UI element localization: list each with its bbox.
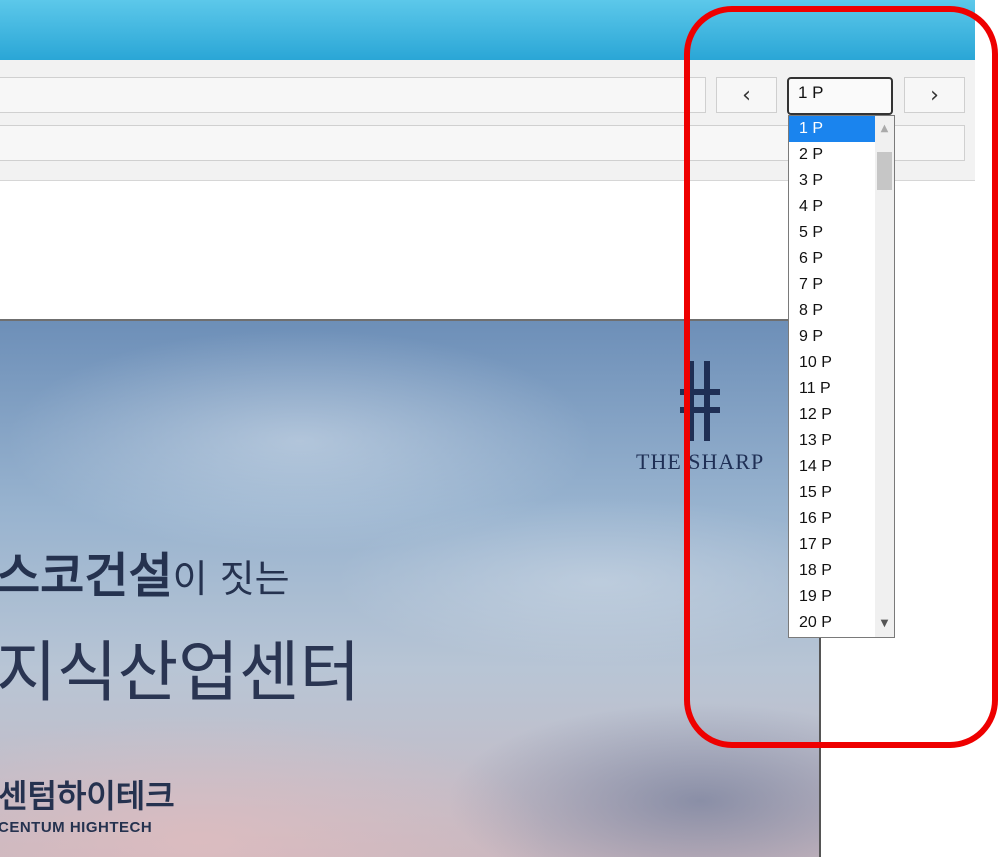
- chevron-right-icon: ›: [930, 82, 939, 108]
- scrollbar-thumb[interactable]: [877, 152, 892, 190]
- headline-bold: 스코건설: [0, 548, 173, 604]
- scroll-down-icon[interactable]: ▼: [875, 613, 894, 633]
- brand-name-korean: 센텀하이테크: [0, 777, 175, 815]
- document-page-image: THE SHARP 스코건설이 짓는 지식산업센터 센텀하이테크 CENTUM …: [0, 319, 821, 857]
- page-select-value: 1 P: [798, 83, 824, 102]
- page-option[interactable]: 10 P: [789, 350, 875, 376]
- page-option[interactable]: 7 P: [789, 272, 875, 298]
- scroll-up-icon[interactable]: ▲: [875, 118, 894, 138]
- headline-light: 이 짓는: [172, 557, 290, 601]
- page-option[interactable]: 9 P: [789, 324, 875, 350]
- page-option[interactable]: 11 P: [789, 376, 875, 402]
- page-option[interactable]: 19 P: [789, 584, 875, 610]
- page-option[interactable]: 1 P: [789, 116, 875, 142]
- page-select[interactable]: 1 P: [787, 77, 893, 115]
- page-option[interactable]: 4 P: [789, 194, 875, 220]
- brand-name-english: CENTUM HIGHTECH: [0, 819, 153, 836]
- page-option[interactable]: 18 P: [789, 558, 875, 584]
- page-option[interactable]: 17 P: [789, 532, 875, 558]
- page-dropdown-list[interactable]: 1 P2 P3 P4 P5 P6 P7 P8 P9 P 10 P 11 P 12 P1…: [788, 115, 895, 638]
- page-option[interactable]: 3 P: [789, 168, 875, 194]
- page-option[interactable]: 5 P: [789, 220, 875, 246]
- page-option[interactable]: 16 P: [789, 506, 875, 532]
- page-option[interactable]: 20 P: [789, 610, 875, 636]
- page-option[interactable]: 15 P: [789, 480, 875, 506]
- headline-line-2: 지식산업센터: [0, 634, 361, 711]
- page-option[interactable]: 2 P: [789, 142, 875, 168]
- next-page-button[interactable]: ›: [904, 77, 965, 113]
- page-option[interactable]: 8 P: [789, 298, 875, 324]
- dropdown-scrollbar[interactable]: ▲ ▼: [875, 116, 894, 637]
- headline-line-1: 스코건설이 짓는: [0, 536, 290, 606]
- chevron-left-icon: ‹: [742, 82, 751, 108]
- page-option-list: 1 P2 P3 P4 P5 P6 P7 P8 P9 P 10 P 11 P 12 P1…: [789, 116, 875, 636]
- page-option[interactable]: 6 P: [789, 246, 875, 272]
- the-sharp-logo-icon: [680, 361, 720, 441]
- previous-page-button[interactable]: ‹: [716, 77, 777, 113]
- logo-text: THE SHARP: [636, 449, 765, 474]
- window-title-bar: [0, 0, 975, 60]
- document-path-field[interactable]: [0, 77, 706, 113]
- page-option[interactable]: 12 P: [789, 402, 875, 428]
- page-option[interactable]: 13 P: [789, 428, 875, 454]
- page-option[interactable]: 14 P: [789, 454, 875, 480]
